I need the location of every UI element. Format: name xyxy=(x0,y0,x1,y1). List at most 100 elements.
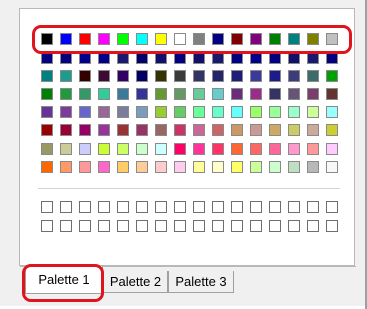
color-swatch[interactable] xyxy=(250,88,262,100)
custom-color-slot[interactable] xyxy=(41,201,53,213)
custom-color-slot[interactable] xyxy=(79,201,91,213)
color-swatch[interactable] xyxy=(193,124,205,136)
color-swatch[interactable] xyxy=(41,124,53,136)
color-swatch[interactable] xyxy=(212,143,224,155)
color-swatch[interactable] xyxy=(231,70,243,82)
custom-color-slot[interactable] xyxy=(60,220,72,232)
color-swatch[interactable] xyxy=(231,124,243,136)
color-swatch[interactable] xyxy=(326,124,338,136)
color-swatch[interactable] xyxy=(231,88,243,100)
custom-color-slot[interactable] xyxy=(117,220,129,232)
color-swatch[interactable] xyxy=(326,161,338,173)
color-swatch[interactable] xyxy=(288,143,300,155)
color-swatch[interactable] xyxy=(117,124,129,136)
custom-color-slot[interactable] xyxy=(174,220,186,232)
color-swatch[interactable] xyxy=(250,106,262,118)
custom-color-slot[interactable] xyxy=(136,220,148,232)
color-swatch[interactable] xyxy=(269,106,281,118)
color-swatch[interactable] xyxy=(155,88,167,100)
custom-color-slot[interactable] xyxy=(288,201,300,213)
color-swatch[interactable] xyxy=(174,88,186,100)
color-swatch[interactable] xyxy=(307,106,319,118)
color-swatch[interactable] xyxy=(41,106,53,118)
color-swatch[interactable] xyxy=(79,88,91,100)
color-swatch[interactable] xyxy=(250,161,262,173)
tab-palette-2[interactable]: Palette 2 xyxy=(103,271,168,293)
custom-color-slot[interactable] xyxy=(212,220,224,232)
color-swatch[interactable] xyxy=(136,106,148,118)
color-swatch[interactable] xyxy=(307,88,319,100)
color-swatch[interactable] xyxy=(60,143,72,155)
color-swatch[interactable] xyxy=(117,70,129,82)
color-swatch[interactable] xyxy=(307,124,319,136)
color-swatch[interactable] xyxy=(155,124,167,136)
color-swatch[interactable] xyxy=(326,106,338,118)
color-swatch[interactable] xyxy=(136,143,148,155)
color-swatch[interactable] xyxy=(212,106,224,118)
color-swatch[interactable] xyxy=(288,161,300,173)
color-swatch[interactable] xyxy=(174,70,186,82)
color-swatch[interactable] xyxy=(98,161,110,173)
color-swatch[interactable] xyxy=(326,70,338,82)
custom-color-slot[interactable] xyxy=(155,201,167,213)
color-swatch[interactable] xyxy=(136,161,148,173)
color-swatch[interactable] xyxy=(79,143,91,155)
custom-color-slot[interactable] xyxy=(193,201,205,213)
color-swatch[interactable] xyxy=(41,88,53,100)
color-swatch[interactable] xyxy=(60,106,72,118)
custom-color-slot[interactable] xyxy=(326,220,338,232)
color-swatch[interactable] xyxy=(193,106,205,118)
color-swatch[interactable] xyxy=(98,70,110,82)
custom-color-slot[interactable] xyxy=(98,201,110,213)
color-swatch[interactable] xyxy=(231,161,243,173)
color-swatch[interactable] xyxy=(212,124,224,136)
custom-color-slot[interactable] xyxy=(231,201,243,213)
color-swatch[interactable] xyxy=(269,70,281,82)
color-swatch[interactable] xyxy=(269,143,281,155)
color-swatch[interactable] xyxy=(174,143,186,155)
color-swatch[interactable] xyxy=(79,161,91,173)
custom-color-slot[interactable] xyxy=(250,201,262,213)
color-swatch[interactable] xyxy=(193,88,205,100)
custom-color-slot[interactable] xyxy=(136,201,148,213)
color-swatch[interactable] xyxy=(174,124,186,136)
color-swatch[interactable] xyxy=(193,143,205,155)
custom-color-slot[interactable] xyxy=(326,201,338,213)
color-swatch[interactable] xyxy=(193,161,205,173)
color-swatch[interactable] xyxy=(212,161,224,173)
color-swatch[interactable] xyxy=(136,70,148,82)
color-swatch[interactable] xyxy=(193,70,205,82)
custom-color-slot[interactable] xyxy=(288,220,300,232)
custom-color-slot[interactable] xyxy=(212,201,224,213)
color-swatch[interactable] xyxy=(79,124,91,136)
color-swatch[interactable] xyxy=(155,161,167,173)
color-swatch[interactable] xyxy=(288,70,300,82)
color-swatch[interactable] xyxy=(307,161,319,173)
color-swatch[interactable] xyxy=(117,106,129,118)
color-swatch[interactable] xyxy=(117,161,129,173)
color-swatch[interactable] xyxy=(269,124,281,136)
tab-palette-3[interactable]: Palette 3 xyxy=(168,271,234,293)
color-swatch[interactable] xyxy=(212,88,224,100)
color-swatch[interactable] xyxy=(155,106,167,118)
custom-color-slot[interactable] xyxy=(79,220,91,232)
color-swatch[interactable] xyxy=(41,70,53,82)
color-swatch[interactable] xyxy=(136,124,148,136)
color-swatch[interactable] xyxy=(117,88,129,100)
color-swatch[interactable] xyxy=(98,106,110,118)
color-swatch[interactable] xyxy=(250,143,262,155)
custom-color-slot[interactable] xyxy=(269,201,281,213)
color-swatch[interactable] xyxy=(174,161,186,173)
color-swatch[interactable] xyxy=(117,143,129,155)
custom-color-slot[interactable] xyxy=(98,220,110,232)
color-swatch[interactable] xyxy=(136,88,148,100)
color-swatch[interactable] xyxy=(98,88,110,100)
color-swatch[interactable] xyxy=(212,70,224,82)
color-swatch[interactable] xyxy=(41,143,53,155)
color-swatch[interactable] xyxy=(155,70,167,82)
color-swatch[interactable] xyxy=(307,70,319,82)
color-swatch[interactable] xyxy=(98,124,110,136)
color-swatch[interactable] xyxy=(60,124,72,136)
custom-color-slot[interactable] xyxy=(307,201,319,213)
custom-color-slot[interactable] xyxy=(155,220,167,232)
